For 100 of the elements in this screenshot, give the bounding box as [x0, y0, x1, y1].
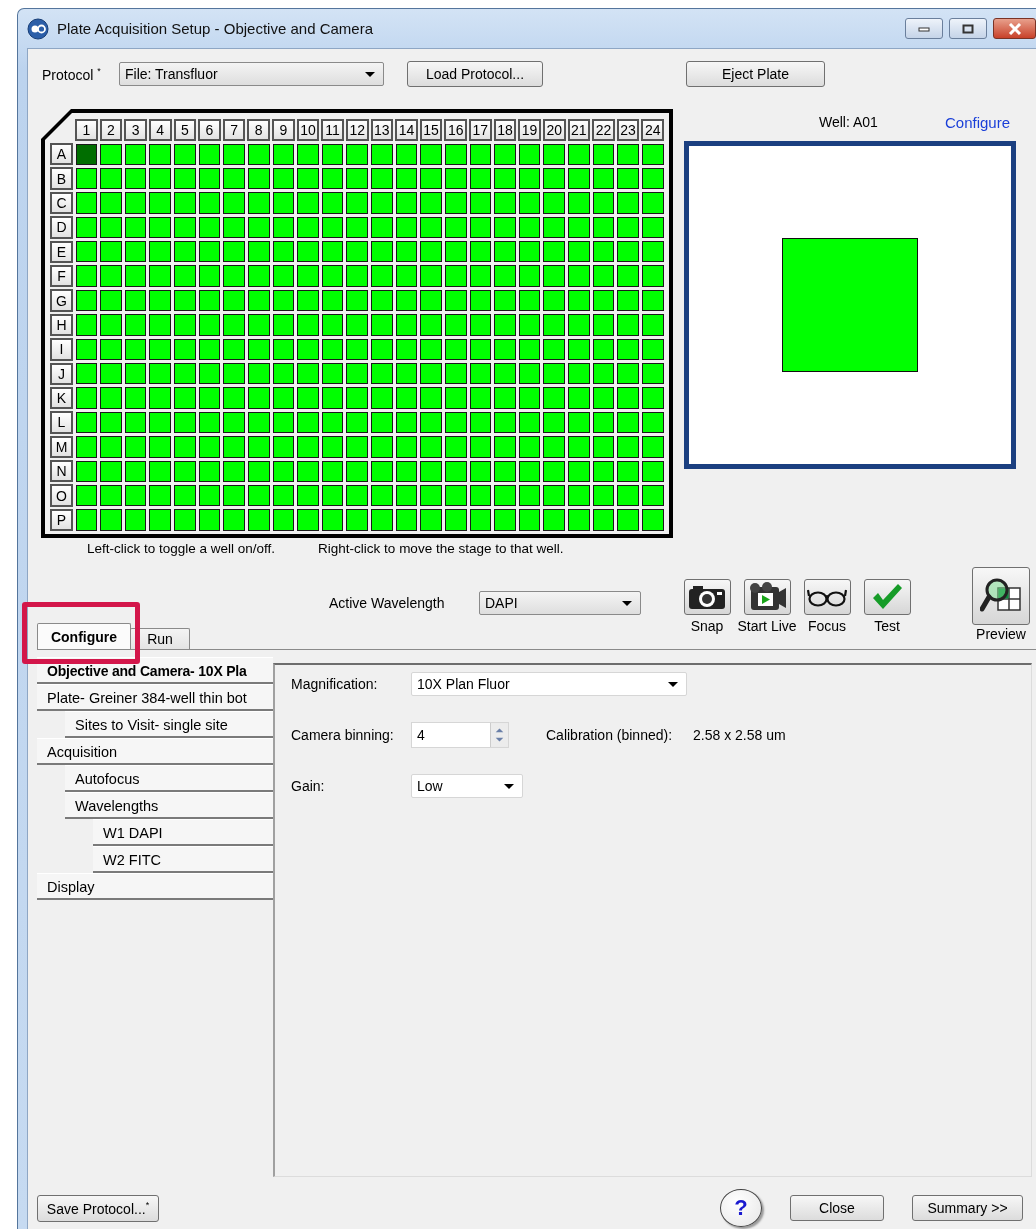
- row-header[interactable]: B: [50, 167, 73, 190]
- well[interactable]: [641, 411, 664, 434]
- column-header[interactable]: 15: [419, 119, 443, 141]
- tab[interactable]: Run: [130, 628, 190, 649]
- well[interactable]: [444, 484, 467, 507]
- well[interactable]: [395, 436, 418, 458]
- gain-dropdown[interactable]: Low: [411, 774, 523, 798]
- well[interactable]: [124, 192, 147, 214]
- well[interactable]: [469, 192, 492, 214]
- well[interactable]: [543, 289, 565, 312]
- well[interactable]: [494, 241, 516, 263]
- well[interactable]: [444, 436, 467, 458]
- well[interactable]: [223, 265, 245, 287]
- well[interactable]: [420, 509, 442, 531]
- well[interactable]: [321, 387, 344, 409]
- well[interactable]: [543, 167, 565, 190]
- well[interactable]: [297, 265, 319, 287]
- well[interactable]: [617, 289, 639, 312]
- well[interactable]: [617, 314, 639, 336]
- well[interactable]: [321, 436, 344, 458]
- column-header[interactable]: 11: [321, 119, 344, 141]
- well[interactable]: [174, 338, 196, 360]
- well[interactable]: [617, 411, 639, 434]
- well[interactable]: [371, 338, 393, 360]
- well[interactable]: [223, 167, 245, 190]
- well[interactable]: [592, 460, 615, 482]
- well[interactable]: [543, 241, 565, 263]
- well[interactable]: [174, 387, 196, 409]
- well[interactable]: [75, 411, 98, 434]
- well[interactable]: [272, 216, 295, 239]
- well[interactable]: [198, 216, 221, 239]
- well[interactable]: [469, 411, 492, 434]
- well[interactable]: [75, 338, 98, 360]
- well[interactable]: [100, 265, 122, 287]
- test-button[interactable]: Test: [857, 567, 917, 642]
- well[interactable]: [641, 509, 664, 531]
- well[interactable]: [198, 338, 221, 360]
- well[interactable]: [395, 509, 418, 531]
- well[interactable]: [617, 509, 639, 531]
- well[interactable]: [420, 265, 442, 287]
- well[interactable]: [371, 460, 393, 482]
- well[interactable]: [346, 192, 368, 214]
- well[interactable]: [592, 167, 615, 190]
- well[interactable]: [321, 363, 344, 385]
- well[interactable]: [247, 411, 270, 434]
- well[interactable]: [592, 265, 615, 287]
- well[interactable]: [124, 265, 147, 287]
- well[interactable]: [174, 289, 196, 312]
- well[interactable]: [272, 314, 295, 336]
- well[interactable]: [444, 167, 467, 190]
- well[interactable]: [641, 436, 664, 458]
- well[interactable]: [568, 314, 590, 336]
- well[interactable]: [100, 338, 122, 360]
- well[interactable]: [149, 363, 171, 385]
- well[interactable]: [518, 338, 541, 360]
- well[interactable]: [518, 167, 541, 190]
- column-header[interactable]: 2: [99, 119, 123, 141]
- well[interactable]: [75, 363, 98, 385]
- well[interactable]: [100, 363, 122, 385]
- column-header[interactable]: 12: [345, 119, 369, 141]
- well[interactable]: [592, 192, 615, 214]
- well[interactable]: [469, 265, 492, 287]
- well[interactable]: [444, 216, 467, 239]
- well[interactable]: [100, 484, 122, 507]
- column-header[interactable]: 20: [542, 119, 566, 141]
- well[interactable]: [75, 484, 98, 507]
- well[interactable]: [346, 484, 368, 507]
- well[interactable]: [469, 143, 492, 165]
- close-dialog-button[interactable]: Close: [790, 1195, 884, 1221]
- well[interactable]: [346, 460, 368, 482]
- well[interactable]: [568, 363, 590, 385]
- well[interactable]: [641, 387, 664, 409]
- well[interactable]: [75, 460, 98, 482]
- well[interactable]: [223, 338, 245, 360]
- help-button[interactable]: ?: [720, 1189, 762, 1227]
- well[interactable]: [469, 460, 492, 482]
- well[interactable]: [420, 411, 442, 434]
- well[interactable]: [617, 216, 639, 239]
- well[interactable]: [518, 216, 541, 239]
- well[interactable]: [494, 192, 516, 214]
- well[interactable]: [149, 436, 171, 458]
- well[interactable]: [420, 338, 442, 360]
- well[interactable]: [223, 314, 245, 336]
- well[interactable]: [247, 143, 270, 165]
- well[interactable]: [198, 314, 221, 336]
- well[interactable]: [469, 387, 492, 409]
- well[interactable]: [198, 192, 221, 214]
- well[interactable]: [371, 241, 393, 263]
- well[interactable]: [247, 363, 270, 385]
- column-header[interactable]: 16: [444, 119, 467, 141]
- well[interactable]: [223, 241, 245, 263]
- well[interactable]: [568, 167, 590, 190]
- row-header[interactable]: A: [50, 143, 73, 166]
- well[interactable]: [494, 460, 516, 482]
- well[interactable]: [174, 265, 196, 287]
- well[interactable]: [543, 363, 565, 385]
- well[interactable]: [100, 192, 122, 214]
- tab[interactable]: Configure: [37, 623, 131, 649]
- well[interactable]: [247, 484, 270, 507]
- well[interactable]: [444, 387, 467, 409]
